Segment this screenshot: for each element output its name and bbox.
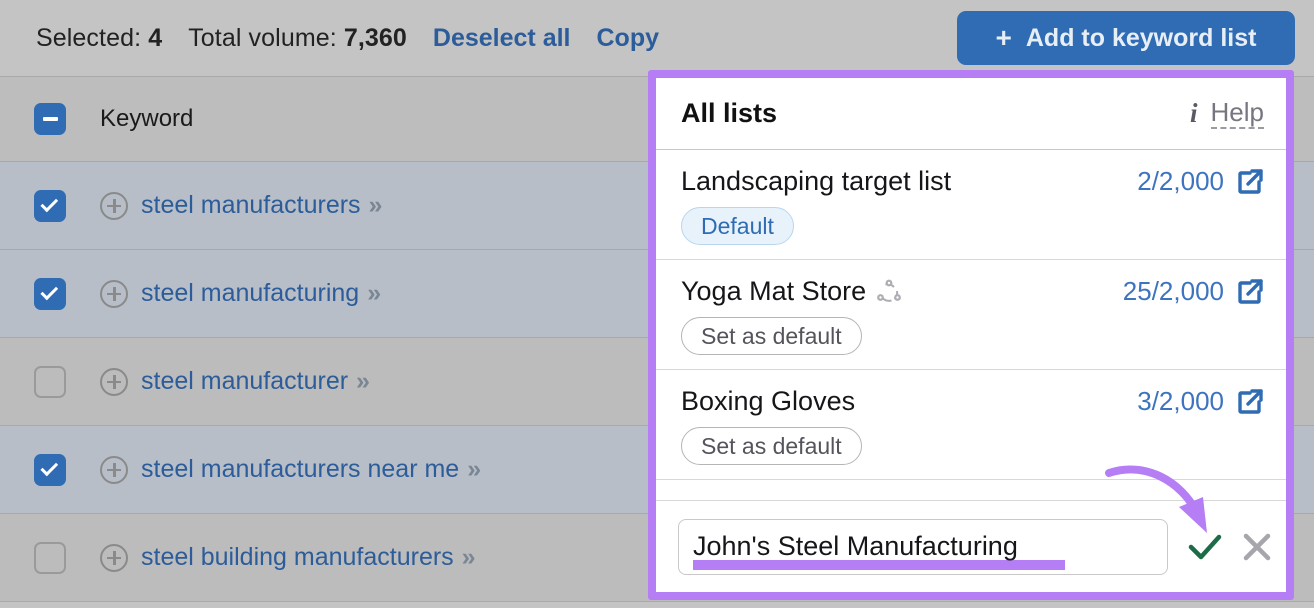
list-item-count: 25/2,000 [1122, 276, 1224, 306]
row-checkbox-checked[interactable] [34, 453, 66, 486]
cancel-new-list-button[interactable] [1234, 531, 1280, 563]
double-chevron-right-icon[interactable]: » [467, 455, 481, 484]
info-icon[interactable]: i [1190, 98, 1198, 129]
list-item-name: Yoga Mat Store [681, 276, 867, 306]
row-checkbox-cell[interactable] [0, 189, 100, 222]
row-checkbox-cell[interactable] [0, 277, 100, 310]
help-link[interactable]: Help [1210, 99, 1264, 129]
copy-link[interactable]: Copy [597, 24, 660, 53]
add-to-keyword-list-label: Add to keyword list [1025, 23, 1257, 52]
double-chevron-right-icon[interactable]: » [367, 279, 381, 308]
check-icon [1188, 534, 1222, 559]
list-item[interactable]: Yoga Mat Store 25/2,000 Set as default [656, 260, 1286, 370]
list-item-count: 2/2,000 [1137, 166, 1224, 196]
keyword-cell[interactable]: steel manufacturing» [100, 279, 381, 308]
check-icon [40, 194, 59, 213]
external-link-icon[interactable] [1236, 168, 1264, 196]
keyword-text: steel manufacturer [141, 367, 349, 395]
list-item-right: 25/2,000 [1123, 276, 1264, 307]
list-item[interactable]: Boxing Gloves 3/2,000 Set as default [656, 370, 1286, 480]
indeterminate-dash-icon [42, 117, 58, 121]
column-header-keyword: Keyword [100, 105, 194, 132]
keyword-cell[interactable]: steel building manufacturers » [100, 543, 476, 572]
plus-circle-icon[interactable] [100, 279, 128, 308]
plus-circle-icon[interactable] [100, 543, 128, 572]
volume-value: 7,360 [343, 23, 407, 52]
panel-title: All lists [681, 98, 778, 128]
add-to-keyword-list-button[interactable]: + Add to keyword list [957, 11, 1295, 65]
keyword-text: steel manufacturing [141, 279, 360, 307]
check-icon [40, 458, 59, 477]
list-item-top: Yoga Mat Store 25/2,000 [681, 276, 1264, 307]
keyword-text: steel manufacturers [141, 191, 361, 219]
list-item-top: Landscaping target list 2/2,000 [681, 166, 1264, 197]
list-item-name: Landscaping target list [681, 166, 952, 196]
row-checkbox-unchecked[interactable] [34, 365, 66, 398]
row-checkbox-cell[interactable] [0, 365, 100, 398]
select-all-checkbox-cell[interactable] [0, 103, 100, 135]
select-all-checkbox[interactable] [34, 103, 66, 135]
double-chevron-right-icon[interactable]: » [369, 191, 383, 220]
row-checkbox-cell[interactable] [0, 453, 100, 486]
all-lists-popover: All lists i Help Landscaping target list… [648, 70, 1294, 600]
external-link-icon[interactable] [1236, 388, 1264, 416]
set-as-default-button[interactable]: Set as default [681, 317, 862, 355]
list-item-name-wrap: Landscaping target list [681, 166, 951, 197]
total-volume-label: Total volume: 7,360 [188, 24, 407, 53]
row-checkbox-checked[interactable] [34, 189, 66, 222]
check-icon [40, 282, 59, 301]
plus-circle-icon[interactable] [100, 455, 128, 484]
keyword-cell[interactable]: steel manufacturers » [100, 191, 383, 220]
close-icon [1243, 533, 1271, 560]
plus-circle-icon[interactable] [100, 367, 128, 396]
panel-header-actions: i Help [1190, 98, 1264, 129]
row-checkbox-cell[interactable] [0, 541, 100, 574]
double-chevron-right-icon[interactable]: » [462, 543, 476, 572]
selected-text: Selected: [36, 23, 142, 52]
panel-header: All lists i Help [656, 78, 1286, 150]
list-item-right: 3/2,000 [1137, 386, 1264, 417]
list-item-top: Boxing Gloves 3/2,000 [681, 386, 1264, 417]
keyword-cell[interactable]: steel manufacturer» [100, 367, 370, 396]
all-lists-panel: All lists i Help Landscaping target list… [656, 78, 1286, 592]
new-list-name-input[interactable]: John's Steel Manufacturing [678, 518, 1168, 575]
double-chevron-right-icon[interactable]: » [356, 367, 370, 396]
external-link-icon[interactable] [1236, 278, 1264, 306]
share-network-icon [877, 279, 902, 302]
list-item-name-wrap: Yoga Mat Store [681, 276, 902, 307]
list-item-count: 3/2,000 [1137, 386, 1224, 416]
list-items-container: Landscaping target list 2/2,000 Default Yog… [656, 150, 1286, 500]
keyword-cell[interactable]: steel manufacturers near me» [100, 455, 481, 484]
volume-text: Total volume: [188, 23, 337, 52]
confirm-new-list-button[interactable] [1182, 533, 1228, 561]
keyword-text: steel building manufacturers [141, 543, 454, 571]
list-item[interactable]: Landscaping target list 2/2,000 Default [656, 150, 1286, 260]
selected-label: Selected: 4 [36, 24, 162, 53]
plus-icon: + [995, 22, 1012, 53]
row-checkbox-checked[interactable] [34, 277, 66, 310]
list-item-name: Boxing Gloves [681, 386, 856, 416]
list-item-name-wrap: Boxing Gloves [681, 386, 855, 417]
keyword-text: steel manufacturers near me [141, 455, 460, 483]
new-list-row: John's Steel Manufacturing [656, 500, 1286, 592]
plus-circle-icon[interactable] [100, 191, 128, 220]
row-checkbox-unchecked[interactable] [34, 541, 66, 574]
selected-count: 4 [148, 23, 163, 52]
default-badge: Default [681, 207, 794, 245]
new-list-name-value: John's Steel Manufacturing [693, 531, 1018, 561]
list-item-right: 2/2,000 [1137, 166, 1264, 197]
screen: Selected: 4 Total volume: 7,360 Deselect… [0, 0, 1314, 608]
set-as-default-button[interactable]: Set as default [681, 427, 862, 465]
deselect-all-link[interactable]: Deselect all [433, 24, 571, 53]
